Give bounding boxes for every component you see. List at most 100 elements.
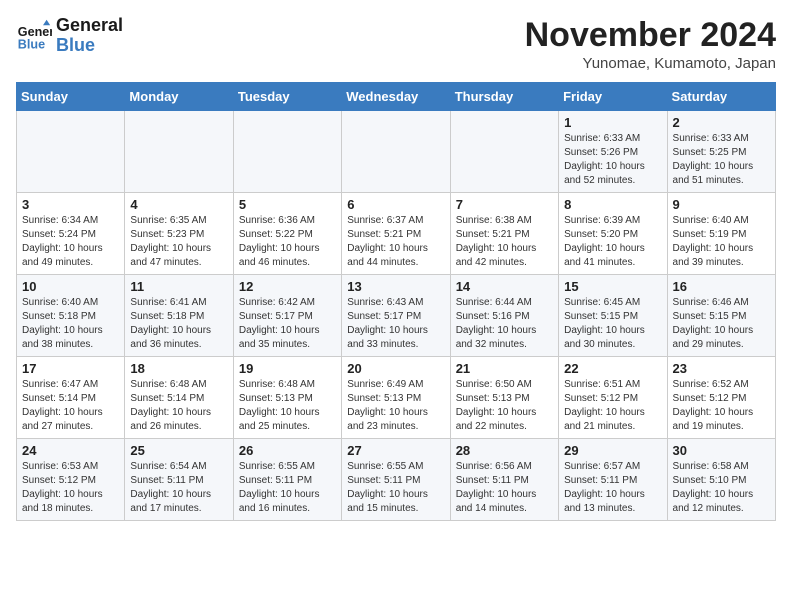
day-number: 4 bbox=[130, 197, 227, 212]
location: Yunomae, Kumamoto, Japan bbox=[525, 55, 776, 72]
calendar-cell: 22 Sunrise: 6:51 AM Sunset: 5:12 PM Dayli… bbox=[559, 357, 667, 439]
calendar-week: 17 Sunrise: 6:47 AM Sunset: 5:14 PM Dayli… bbox=[17, 357, 776, 439]
day-info: Sunrise: 6:44 AM Sunset: 5:16 PM Dayligh… bbox=[456, 296, 553, 352]
calendar-cell: 13 Sunrise: 6:43 AM Sunset: 5:17 PM Dayli… bbox=[342, 275, 450, 357]
day-info: Sunrise: 6:40 AM Sunset: 5:19 PM Dayligh… bbox=[673, 214, 770, 270]
header-day: Saturday bbox=[667, 83, 775, 111]
day-info: Sunrise: 6:53 AM Sunset: 5:12 PM Dayligh… bbox=[22, 460, 119, 516]
calendar-cell bbox=[17, 111, 125, 193]
header-day: Monday bbox=[125, 83, 233, 111]
calendar-cell: 24Sunrise: 6:53 AM Sunset: 5:12 PM Dayli… bbox=[17, 439, 125, 521]
calendar-cell: 12 Sunrise: 6:42 AM Sunset: 5:17 PM Dayli… bbox=[233, 275, 341, 357]
day-number: 30 bbox=[673, 443, 770, 458]
header-day: Tuesday bbox=[233, 83, 341, 111]
calendar-cell bbox=[342, 111, 450, 193]
day-info: Sunrise: 6:51 AM Sunset: 5:12 PM Dayligh… bbox=[564, 378, 661, 434]
svg-text:Blue: Blue bbox=[18, 37, 45, 51]
calendar-cell: 28Sunrise: 6:56 AM Sunset: 5:11 PM Dayli… bbox=[450, 439, 558, 521]
day-number: 8 bbox=[564, 197, 661, 212]
day-number: 23 bbox=[673, 361, 770, 376]
day-number: 15 bbox=[564, 279, 661, 294]
calendar-cell: 9 Sunrise: 6:40 AM Sunset: 5:19 PM Daylig… bbox=[667, 193, 775, 275]
day-info: Sunrise: 6:34 AM Sunset: 5:24 PM Dayligh… bbox=[22, 214, 119, 270]
day-info: Sunrise: 6:43 AM Sunset: 5:17 PM Dayligh… bbox=[347, 296, 444, 352]
day-number: 3 bbox=[22, 197, 119, 212]
calendar-cell: 11 Sunrise: 6:41 AM Sunset: 5:18 PM Dayli… bbox=[125, 275, 233, 357]
day-number: 17 bbox=[22, 361, 119, 376]
day-number: 12 bbox=[239, 279, 336, 294]
day-number: 16 bbox=[673, 279, 770, 294]
day-info: Sunrise: 6:49 AM Sunset: 5:13 PM Dayligh… bbox=[347, 378, 444, 434]
header-section: General Blue General Blue November 2024 … bbox=[16, 16, 776, 72]
calendar-cell: 3 Sunrise: 6:34 AM Sunset: 5:24 PM Daylig… bbox=[17, 193, 125, 275]
calendar-body: 1Sunrise: 6:33 AM Sunset: 5:26 PM Daylig… bbox=[17, 111, 776, 521]
calendar-cell: 6 Sunrise: 6:37 AM Sunset: 5:21 PM Daylig… bbox=[342, 193, 450, 275]
calendar-week: 10 Sunrise: 6:40 AM Sunset: 5:18 PM Dayli… bbox=[17, 275, 776, 357]
day-info: Sunrise: 6:33 AM Sunset: 5:26 PM Dayligh… bbox=[564, 132, 661, 188]
calendar-cell: 14 Sunrise: 6:44 AM Sunset: 5:16 PM Dayli… bbox=[450, 275, 558, 357]
calendar-cell: 29Sunrise: 6:57 AM Sunset: 5:11 PM Dayli… bbox=[559, 439, 667, 521]
calendar-cell: 7 Sunrise: 6:38 AM Sunset: 5:21 PM Daylig… bbox=[450, 193, 558, 275]
calendar-week: 24Sunrise: 6:53 AM Sunset: 5:12 PM Dayli… bbox=[17, 439, 776, 521]
calendar-week: 3 Sunrise: 6:34 AM Sunset: 5:24 PM Daylig… bbox=[17, 193, 776, 275]
title-section: November 2024 Yunomae, Kumamoto, Japan bbox=[525, 16, 776, 72]
day-info: Sunrise: 6:37 AM Sunset: 5:21 PM Dayligh… bbox=[347, 214, 444, 270]
calendar-cell: 17 Sunrise: 6:47 AM Sunset: 5:14 PM Dayli… bbox=[17, 357, 125, 439]
day-info: Sunrise: 6:35 AM Sunset: 5:23 PM Dayligh… bbox=[130, 214, 227, 270]
day-info: Sunrise: 6:48 AM Sunset: 5:13 PM Dayligh… bbox=[239, 378, 336, 434]
calendar-cell: 8Sunrise: 6:39 AM Sunset: 5:20 PM Daylig… bbox=[559, 193, 667, 275]
day-info: Sunrise: 6:52 AM Sunset: 5:12 PM Dayligh… bbox=[673, 378, 770, 434]
day-number: 11 bbox=[130, 279, 227, 294]
day-info: Sunrise: 6:48 AM Sunset: 5:14 PM Dayligh… bbox=[130, 378, 227, 434]
header-day: Sunday bbox=[17, 83, 125, 111]
day-info: Sunrise: 6:45 AM Sunset: 5:15 PM Dayligh… bbox=[564, 296, 661, 352]
day-number: 22 bbox=[564, 361, 661, 376]
day-info: Sunrise: 6:50 AM Sunset: 5:13 PM Dayligh… bbox=[456, 378, 553, 434]
day-number: 26 bbox=[239, 443, 336, 458]
calendar-cell: 18 Sunrise: 6:48 AM Sunset: 5:14 PM Dayli… bbox=[125, 357, 233, 439]
calendar-cell: 26 Sunrise: 6:55 AM Sunset: 5:11 PM Dayli… bbox=[233, 439, 341, 521]
day-number: 14 bbox=[456, 279, 553, 294]
logo: General Blue General Blue bbox=[16, 16, 123, 56]
day-number: 10 bbox=[22, 279, 119, 294]
day-info: Sunrise: 6:40 AM Sunset: 5:18 PM Dayligh… bbox=[22, 296, 119, 352]
day-info: Sunrise: 6:55 AM Sunset: 5:11 PM Dayligh… bbox=[347, 460, 444, 516]
calendar-cell: 5Sunrise: 6:36 AM Sunset: 5:22 PM Daylig… bbox=[233, 193, 341, 275]
day-info: Sunrise: 6:36 AM Sunset: 5:22 PM Dayligh… bbox=[239, 214, 336, 270]
calendar-cell: 23 Sunrise: 6:52 AM Sunset: 5:12 PM Dayli… bbox=[667, 357, 775, 439]
day-number: 2 bbox=[673, 115, 770, 130]
logo-icon: General Blue bbox=[16, 18, 52, 54]
day-info: Sunrise: 6:46 AM Sunset: 5:15 PM Dayligh… bbox=[673, 296, 770, 352]
day-number: 20 bbox=[347, 361, 444, 376]
day-number: 29 bbox=[564, 443, 661, 458]
day-info: Sunrise: 6:56 AM Sunset: 5:11 PM Dayligh… bbox=[456, 460, 553, 516]
calendar-cell: 15 Sunrise: 6:45 AM Sunset: 5:15 PM Dayli… bbox=[559, 275, 667, 357]
day-number: 6 bbox=[347, 197, 444, 212]
calendar-cell: 1Sunrise: 6:33 AM Sunset: 5:26 PM Daylig… bbox=[559, 111, 667, 193]
day-number: 13 bbox=[347, 279, 444, 294]
day-info: Sunrise: 6:54 AM Sunset: 5:11 PM Dayligh… bbox=[130, 460, 227, 516]
calendar-cell bbox=[233, 111, 341, 193]
calendar-cell: 2Sunrise: 6:33 AM Sunset: 5:25 PM Daylig… bbox=[667, 111, 775, 193]
day-number: 18 bbox=[130, 361, 227, 376]
calendar-cell: 4 Sunrise: 6:35 AM Sunset: 5:23 PM Daylig… bbox=[125, 193, 233, 275]
day-info: Sunrise: 6:47 AM Sunset: 5:14 PM Dayligh… bbox=[22, 378, 119, 434]
header-day: Friday bbox=[559, 83, 667, 111]
calendar-cell: 10 Sunrise: 6:40 AM Sunset: 5:18 PM Dayli… bbox=[17, 275, 125, 357]
calendar-cell bbox=[125, 111, 233, 193]
calendar-cell: 16 Sunrise: 6:46 AM Sunset: 5:15 PM Dayli… bbox=[667, 275, 775, 357]
day-info: Sunrise: 6:41 AM Sunset: 5:18 PM Dayligh… bbox=[130, 296, 227, 352]
day-number: 9 bbox=[673, 197, 770, 212]
calendar-header: SundayMondayTuesdayWednesdayThursdayFrid… bbox=[17, 83, 776, 111]
calendar-week: 1Sunrise: 6:33 AM Sunset: 5:26 PM Daylig… bbox=[17, 111, 776, 193]
logo-text: General Blue bbox=[56, 16, 123, 56]
day-info: Sunrise: 6:55 AM Sunset: 5:11 PM Dayligh… bbox=[239, 460, 336, 516]
header-day: Thursday bbox=[450, 83, 558, 111]
day-info: Sunrise: 6:42 AM Sunset: 5:17 PM Dayligh… bbox=[239, 296, 336, 352]
calendar-cell: 19Sunrise: 6:48 AM Sunset: 5:13 PM Dayli… bbox=[233, 357, 341, 439]
calendar-cell: 21 Sunrise: 6:50 AM Sunset: 5:13 PM Dayli… bbox=[450, 357, 558, 439]
day-info: Sunrise: 6:38 AM Sunset: 5:21 PM Dayligh… bbox=[456, 214, 553, 270]
day-number: 7 bbox=[456, 197, 553, 212]
day-number: 25 bbox=[130, 443, 227, 458]
day-number: 21 bbox=[456, 361, 553, 376]
